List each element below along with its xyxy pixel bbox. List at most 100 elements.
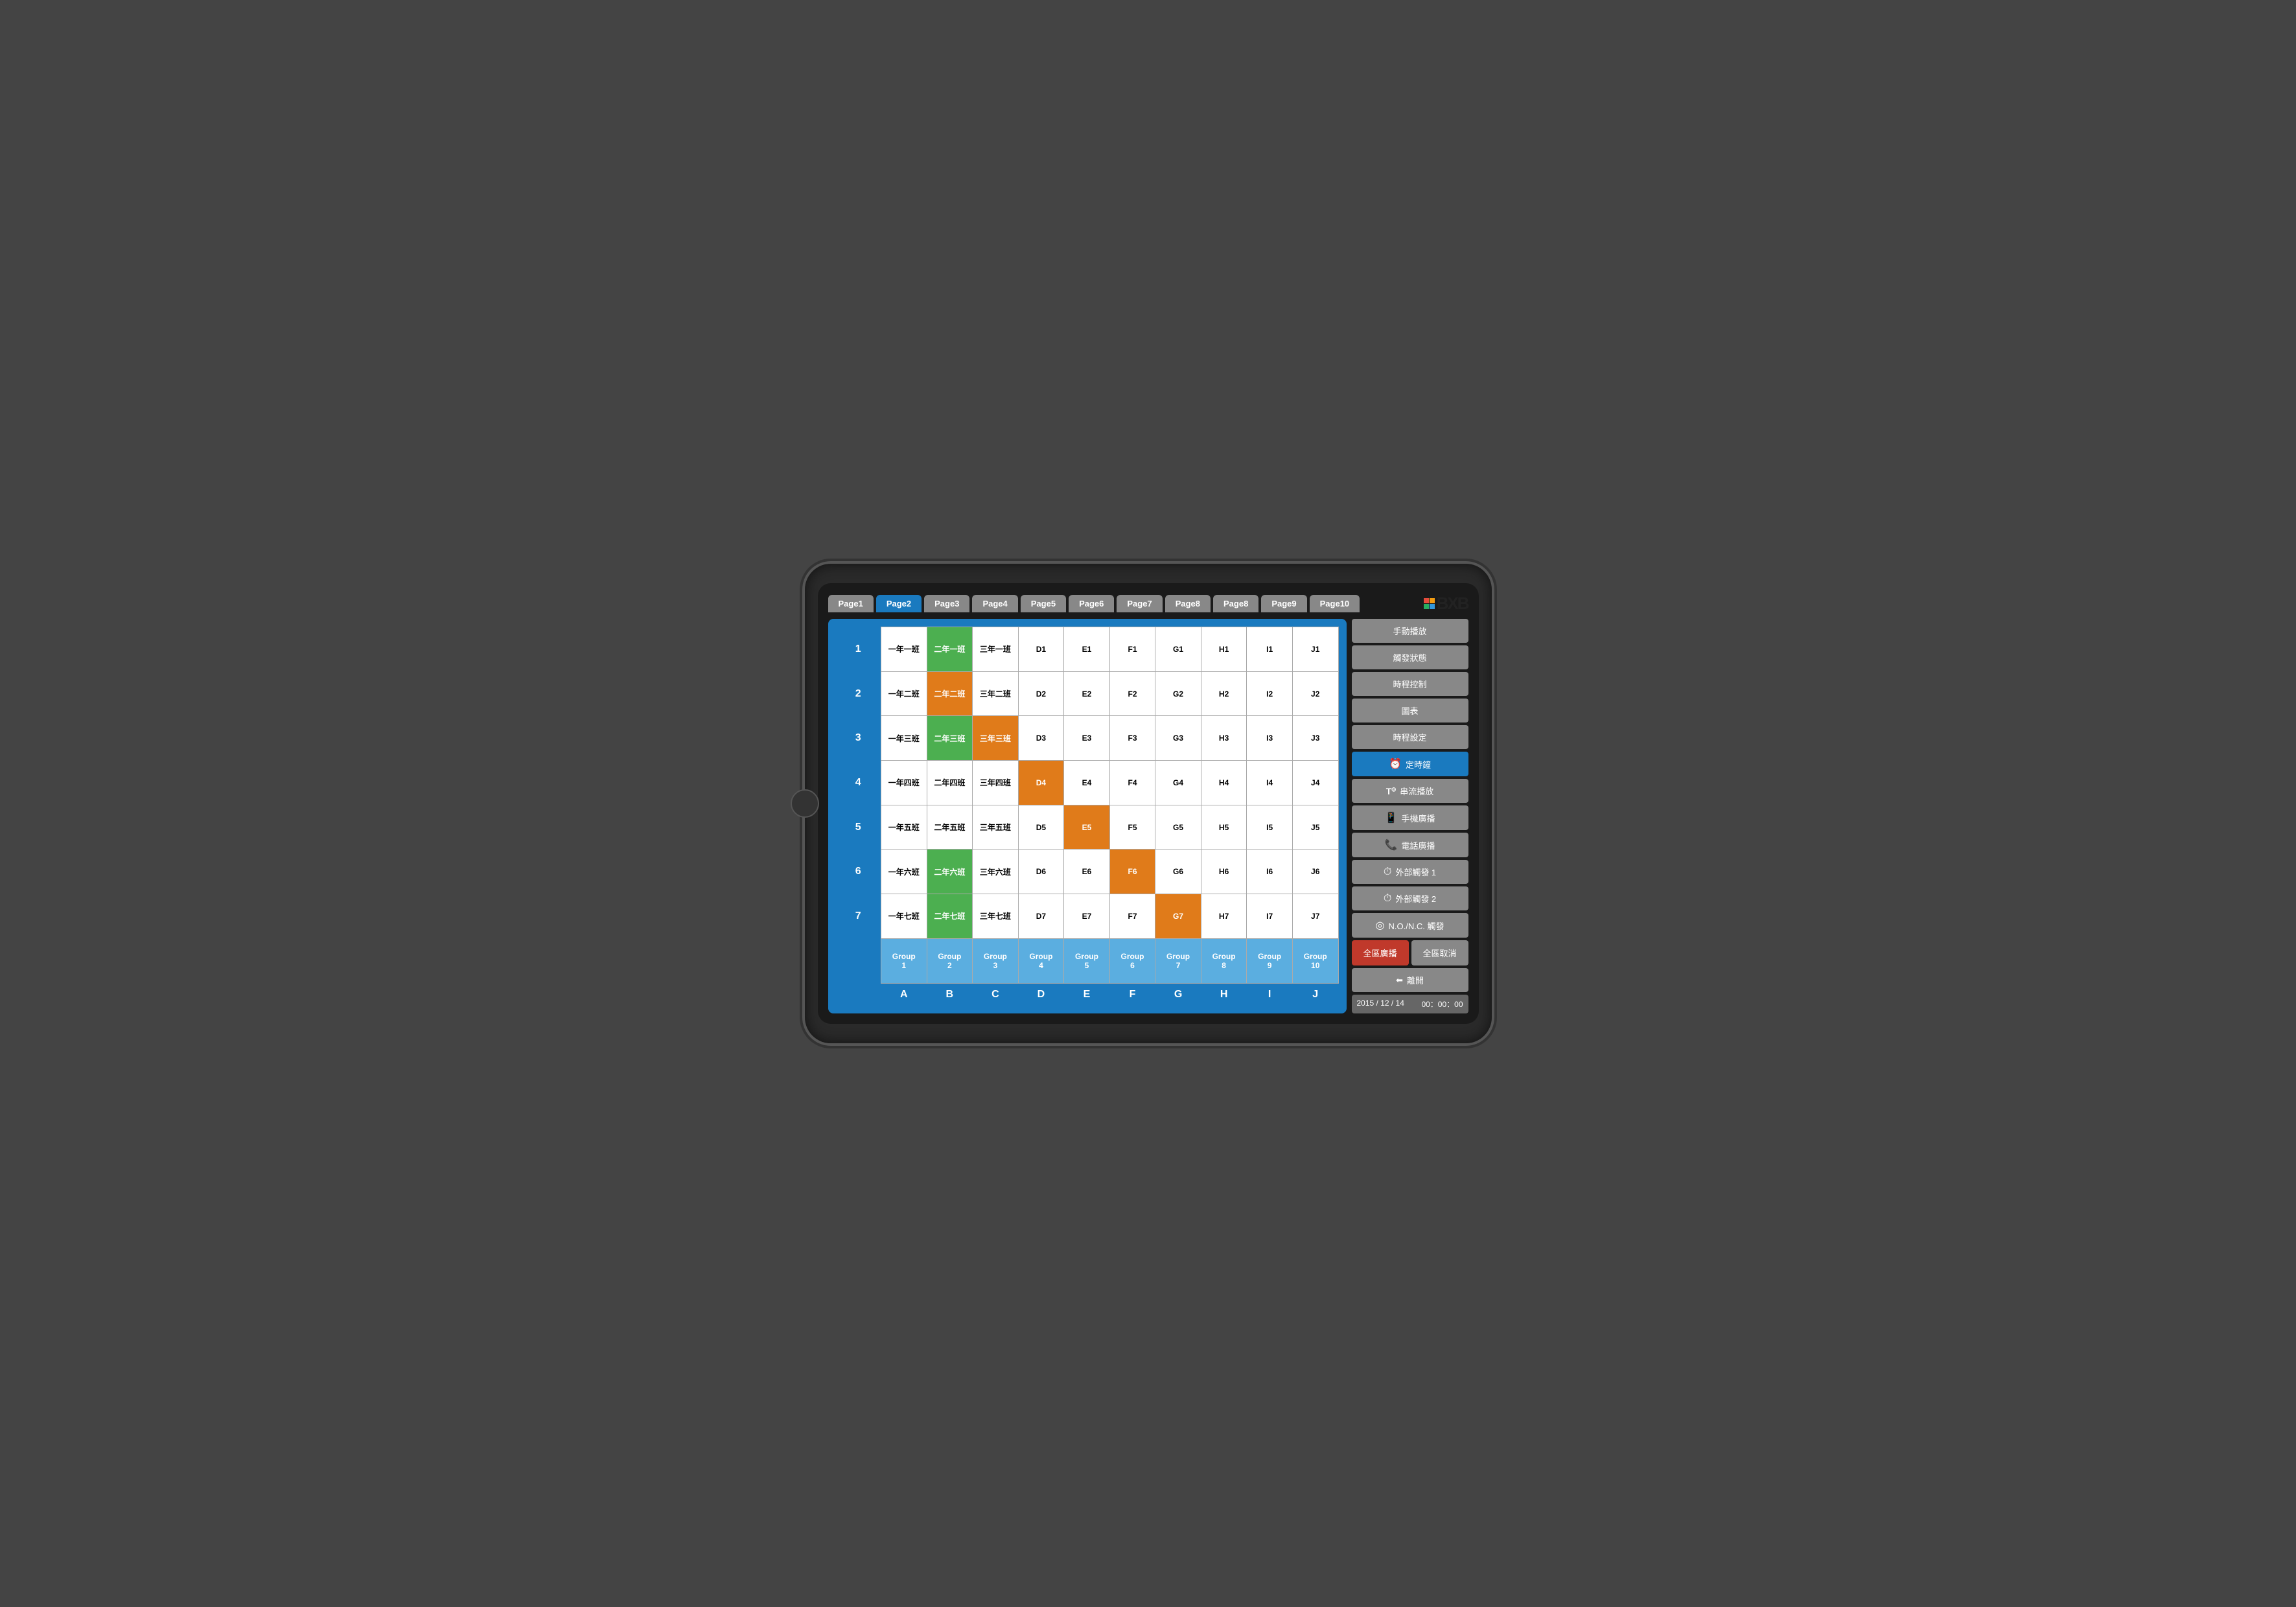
group-3[interactable]: Group 3: [973, 938, 1019, 983]
cell-4-A[interactable]: 一年四班: [881, 761, 927, 805]
cell-6-I[interactable]: I6: [1247, 850, 1293, 894]
cell-4-J[interactable]: J4: [1292, 761, 1338, 805]
tab-page8b[interactable]: Page8: [1213, 595, 1258, 612]
cell-7-E[interactable]: E7: [1064, 894, 1110, 939]
tab-page8a[interactable]: Page8: [1165, 595, 1211, 612]
cell-7-D[interactable]: D7: [1018, 894, 1064, 939]
cell-1-H[interactable]: H1: [1201, 627, 1247, 672]
exit-button[interactable]: ⬅ 離開: [1352, 968, 1468, 992]
home-button[interactable]: [791, 789, 819, 818]
cell-1-I[interactable]: I1: [1247, 627, 1293, 672]
tab-page7[interactable]: Page7: [1117, 595, 1162, 612]
cell-6-G[interactable]: G6: [1155, 850, 1201, 894]
cell-7-A[interactable]: 一年七班: [881, 894, 927, 939]
cell-3-J[interactable]: J3: [1292, 716, 1338, 761]
cell-4-I[interactable]: I4: [1247, 761, 1293, 805]
cell-3-F[interactable]: F3: [1109, 716, 1155, 761]
group-10[interactable]: Group 10: [1292, 938, 1338, 983]
cell-2-J[interactable]: J2: [1292, 671, 1338, 716]
cell-5-H[interactable]: H5: [1201, 805, 1247, 850]
sidebar-btn-ext1[interactable]: ⏱ 外部觸發 1: [1352, 860, 1468, 884]
tab-page10[interactable]: Page10: [1310, 595, 1360, 612]
tab-page9[interactable]: Page9: [1261, 595, 1306, 612]
cell-6-A[interactable]: 一年六班: [881, 850, 927, 894]
cell-7-J[interactable]: J7: [1292, 894, 1338, 939]
cell-3-B[interactable]: 二年三班: [927, 716, 973, 761]
cell-4-D[interactable]: D4: [1018, 761, 1064, 805]
broadcast-button[interactable]: 全區廣播: [1352, 940, 1409, 965]
cell-1-E[interactable]: E1: [1064, 627, 1110, 672]
cell-2-F[interactable]: F2: [1109, 671, 1155, 716]
cell-6-C[interactable]: 三年六班: [973, 850, 1019, 894]
cell-2-G[interactable]: G2: [1155, 671, 1201, 716]
cell-6-E[interactable]: E6: [1064, 850, 1110, 894]
cell-6-F[interactable]: F6: [1109, 850, 1155, 894]
sidebar-btn-chart[interactable]: 圖表: [1352, 699, 1468, 723]
cell-2-D[interactable]: D2: [1018, 671, 1064, 716]
tab-page6[interactable]: Page6: [1069, 595, 1114, 612]
cell-2-I[interactable]: I2: [1247, 671, 1293, 716]
cell-2-E[interactable]: E2: [1064, 671, 1110, 716]
group-2[interactable]: Group 2: [927, 938, 973, 983]
group-1[interactable]: Group 1: [881, 938, 927, 983]
tab-page2[interactable]: Page2: [876, 595, 922, 612]
group-7[interactable]: Group 7: [1155, 938, 1201, 983]
cell-5-F[interactable]: F5: [1109, 805, 1155, 850]
cell-3-G[interactable]: G3: [1155, 716, 1201, 761]
cell-2-A[interactable]: 一年二班: [881, 671, 927, 716]
group-6[interactable]: Group 6: [1109, 938, 1155, 983]
cell-2-C[interactable]: 三年二班: [973, 671, 1019, 716]
cell-4-B[interactable]: 二年四班: [927, 761, 973, 805]
cell-4-G[interactable]: G4: [1155, 761, 1201, 805]
cell-7-C[interactable]: 三年七班: [973, 894, 1019, 939]
cell-1-C[interactable]: 三年一班: [973, 627, 1019, 672]
cell-7-I[interactable]: I7: [1247, 894, 1293, 939]
cell-5-I[interactable]: I5: [1247, 805, 1293, 850]
sidebar-btn-phone[interactable]: 📞 電話廣播: [1352, 833, 1468, 857]
cell-5-C[interactable]: 三年五班: [973, 805, 1019, 850]
cell-6-J[interactable]: J6: [1292, 850, 1338, 894]
cell-6-B[interactable]: 二年六班: [927, 850, 973, 894]
sidebar-btn-schedule-control[interactable]: 時程控制: [1352, 672, 1468, 696]
group-8[interactable]: Group 8: [1201, 938, 1247, 983]
sidebar-btn-mobile[interactable]: 📱 手機廣播: [1352, 805, 1468, 830]
cell-5-G[interactable]: G5: [1155, 805, 1201, 850]
tab-page4[interactable]: Page4: [972, 595, 1017, 612]
cell-5-D[interactable]: D5: [1018, 805, 1064, 850]
cell-6-D[interactable]: D6: [1018, 850, 1064, 894]
group-5[interactable]: Group 5: [1064, 938, 1110, 983]
cell-3-C[interactable]: 三年三班: [973, 716, 1019, 761]
cell-1-J[interactable]: J1: [1292, 627, 1338, 672]
cell-4-F[interactable]: F4: [1109, 761, 1155, 805]
sidebar-btn-schedule-set[interactable]: 時程設定: [1352, 725, 1468, 749]
cell-7-B[interactable]: 二年七班: [927, 894, 973, 939]
sidebar-btn-manual[interactable]: 手動播放: [1352, 619, 1468, 643]
cancel-all-button[interactable]: 全區取消: [1411, 940, 1468, 965]
cell-1-B[interactable]: 二年一班: [927, 627, 973, 672]
sidebar-btn-timer[interactable]: ⏰ 定時鐘: [1352, 752, 1468, 776]
cell-4-C[interactable]: 三年四班: [973, 761, 1019, 805]
cell-3-H[interactable]: H3: [1201, 716, 1247, 761]
group-4[interactable]: Group 4: [1018, 938, 1064, 983]
sidebar-btn-trigger-state[interactable]: 觸發狀態: [1352, 645, 1468, 669]
cell-2-H[interactable]: H2: [1201, 671, 1247, 716]
cell-4-H[interactable]: H4: [1201, 761, 1247, 805]
cell-5-A[interactable]: 一年五班: [881, 805, 927, 850]
cell-3-I[interactable]: I3: [1247, 716, 1293, 761]
cell-4-E[interactable]: E4: [1064, 761, 1110, 805]
sidebar-btn-stream[interactable]: T◎ 串流播放: [1352, 779, 1468, 803]
tab-page1[interactable]: Page1: [828, 595, 874, 612]
sidebar-btn-nonc[interactable]: ◎ N.O./N.C. 觸發: [1352, 913, 1468, 938]
tab-page3[interactable]: Page3: [924, 595, 969, 612]
tab-page5[interactable]: Page5: [1021, 595, 1066, 612]
cell-5-B[interactable]: 二年五班: [927, 805, 973, 850]
cell-3-E[interactable]: E3: [1064, 716, 1110, 761]
group-9[interactable]: Group 9: [1247, 938, 1293, 983]
cell-5-E[interactable]: E5: [1064, 805, 1110, 850]
cell-1-G[interactable]: G1: [1155, 627, 1201, 672]
cell-1-A[interactable]: 一年一班: [881, 627, 927, 672]
cell-2-B[interactable]: 二年二班: [927, 671, 973, 716]
cell-1-F[interactable]: F1: [1109, 627, 1155, 672]
cell-6-H[interactable]: H6: [1201, 850, 1247, 894]
cell-7-H[interactable]: H7: [1201, 894, 1247, 939]
